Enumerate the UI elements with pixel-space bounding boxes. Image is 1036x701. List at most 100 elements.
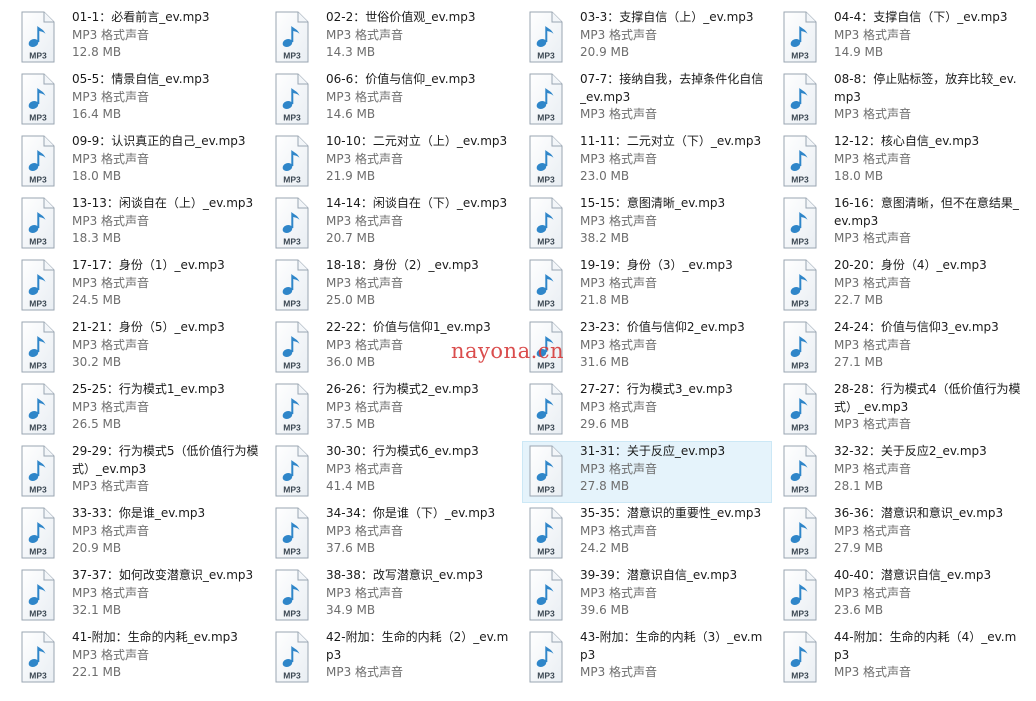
file-item[interactable]: MP3 36-36：潜意识和意识_ev.mp3 MP3 格式声音 27.9 MB — [776, 503, 1026, 565]
file-item[interactable]: MP3 27-27：行为模式3_ev.mp3 MP3 格式声音 29.6 MB — [522, 379, 772, 441]
file-size: 20.9 MB — [580, 45, 630, 59]
file-name: 10-10：二元对立（上）_ev.mp3 — [326, 134, 508, 148]
file-item[interactable]: MP3 08-8：停止贴标签，放弃比较_ev.mp3 MP3 格式声音 — [776, 69, 1026, 131]
svg-text:MP3: MP3 — [29, 423, 47, 433]
file-item[interactable]: MP3 21-21：身份（5）_ev.mp3 MP3 格式声音 30.2 MB — [14, 317, 264, 379]
file-item[interactable]: MP3 30-30：行为模式6_ev.mp3 MP3 格式声音 41.4 MB — [268, 441, 518, 503]
file-item[interactable]: MP3 01-1：必看前言_ev.mp3 MP3 格式声音 12.8 MB — [14, 7, 264, 69]
file-item[interactable]: MP3 32-32：关于反应2_ev.mp3 MP3 格式声音 28.1 MB — [776, 441, 1026, 503]
file-item[interactable]: MP3 06-6：价值与信仰_ev.mp3 MP3 格式声音 14.6 MB — [268, 69, 518, 131]
svg-text:MP3: MP3 — [29, 237, 47, 247]
file-size: 31.6 MB — [580, 355, 630, 369]
file-name: 12-12：核心自信_ev.mp3 — [834, 134, 980, 148]
file-item[interactable]: MP3 20-20：身份（4）_ev.mp3 MP3 格式声音 22.7 MB — [776, 255, 1026, 317]
file-name: 43-附加：生命的内耗（3）_ev.mp3 — [580, 630, 763, 662]
file-item[interactable]: MP3 05-5：情景自信_ev.mp3 MP3 格式声音 16.4 MB — [14, 69, 264, 131]
file-name: 32-32：关于反应2_ev.mp3 — [834, 444, 987, 458]
file-item[interactable]: MP3 43-附加：生命的内耗（3）_ev.mp3 MP3 格式声音 — [522, 627, 772, 689]
mp3-audio-file-icon: MP3 — [526, 259, 566, 311]
file-size: 22.1 MB — [72, 665, 122, 679]
file-type: MP3 格式声音 — [72, 213, 150, 228]
file-size: 41.4 MB — [326, 479, 376, 493]
file-item[interactable]: MP3 41-附加：生命的内耗_ev.mp3 MP3 格式声音 22.1 MB — [14, 627, 264, 689]
file-item[interactable]: MP3 07-7：接纳自我，去掉条件化自信_ev.mp3 MP3 格式声音 — [522, 69, 772, 131]
file-name: 26-26：行为模式2_ev.mp3 — [326, 382, 479, 396]
file-type: MP3 格式声音 — [834, 417, 912, 431]
svg-text:MP3: MP3 — [791, 423, 809, 433]
file-item[interactable]: MP3 33-33：你是谁_ev.mp3 MP3 格式声音 20.9 MB — [14, 503, 264, 565]
file-type: MP3 格式声音 — [326, 665, 404, 679]
file-size: 21.9 MB — [326, 169, 376, 183]
file-item[interactable]: MP3 09-9：认识真正的自己_ev.mp3 MP3 格式声音 18.0 MB — [14, 131, 264, 193]
mp3-audio-file-icon: MP3 — [526, 507, 566, 559]
file-item[interactable]: MP3 04-4：支撑自信（下）_ev.mp3 MP3 格式声音 14.9 MB — [776, 7, 1026, 69]
file-item[interactable]: MP3 15-15：意图清晰_ev.mp3 MP3 格式声音 38.2 MB — [522, 193, 772, 255]
file-size: 37.5 MB — [326, 417, 376, 431]
svg-text:MP3: MP3 — [283, 175, 301, 185]
mp3-audio-file-icon: MP3 — [272, 383, 312, 435]
file-type: MP3 格式声音 — [72, 523, 150, 538]
file-size: 21.8 MB — [580, 293, 630, 307]
file-name: 05-5：情景自信_ev.mp3 — [72, 72, 210, 86]
file-item[interactable]: MP3 17-17：身份（1）_ev.mp3 MP3 格式声音 24.5 MB — [14, 255, 264, 317]
file-type: MP3 格式声音 — [72, 151, 150, 166]
file-name: 01-1：必看前言_ev.mp3 — [72, 10, 210, 24]
file-item[interactable]: MP3 31-31：关于反应_ev.mp3 MP3 格式声音 27.8 MB — [522, 441, 772, 503]
svg-text:MP3: MP3 — [283, 361, 301, 371]
file-item[interactable]: MP3 12-12：核心自信_ev.mp3 MP3 格式声音 18.0 MB — [776, 131, 1026, 193]
svg-text:MP3: MP3 — [29, 299, 47, 309]
file-type: MP3 格式声音 — [72, 275, 150, 290]
svg-text:MP3: MP3 — [537, 113, 555, 123]
file-name: 15-15：意图清晰_ev.mp3 — [580, 196, 726, 210]
file-item[interactable]: MP3 26-26：行为模式2_ev.mp3 MP3 格式声音 37.5 MB — [268, 379, 518, 441]
file-type: MP3 格式声音 — [580, 107, 658, 121]
file-item[interactable]: MP3 34-34：你是谁（下）_ev.mp3 MP3 格式声音 37.6 MB — [268, 503, 518, 565]
file-item[interactable]: MP3 44-附加：生命的内耗（4）_ev.mp3 MP3 格式声音 — [776, 627, 1026, 689]
file-type: MP3 格式声音 — [834, 151, 912, 166]
svg-text:MP3: MP3 — [537, 299, 555, 309]
file-size: 28.1 MB — [834, 479, 884, 493]
file-item[interactable]: MP3 14-14：闲谈自在（下）_ev.mp3 MP3 格式声音 20.7 M… — [268, 193, 518, 255]
file-item[interactable]: MP3 19-19：身份（3）_ev.mp3 MP3 格式声音 21.8 MB — [522, 255, 772, 317]
file-name: 33-33：你是谁_ev.mp3 — [72, 506, 206, 520]
file-item[interactable]: MP3 03-3：支撑自信（上）_ev.mp3 MP3 格式声音 20.9 MB — [522, 7, 772, 69]
file-size: 27.8 MB — [580, 479, 630, 493]
file-size: 25.0 MB — [326, 293, 376, 307]
svg-text:MP3: MP3 — [283, 113, 301, 123]
svg-text:MP3: MP3 — [537, 609, 555, 619]
svg-text:MP3: MP3 — [29, 609, 47, 619]
file-item[interactable]: MP3 38-38：改写潜意识_ev.mp3 MP3 格式声音 34.9 MB — [268, 565, 518, 627]
file-item[interactable]: MP3 39-39：潜意识自信_ev.mp3 MP3 格式声音 39.6 MB — [522, 565, 772, 627]
file-item[interactable]: MP3 11-11：二元对立（下）_ev.mp3 MP3 格式声音 23.0 M… — [522, 131, 772, 193]
file-item[interactable]: MP3 10-10：二元对立（上）_ev.mp3 MP3 格式声音 21.9 M… — [268, 131, 518, 193]
file-item[interactable]: MP3 18-18：身份（2）_ev.mp3 MP3 格式声音 25.0 MB — [268, 255, 518, 317]
file-type: MP3 格式声音 — [72, 89, 150, 104]
svg-text:MP3: MP3 — [29, 113, 47, 123]
file-name: 25-25：行为模式1_ev.mp3 — [72, 382, 225, 396]
file-name: 27-27：行为模式3_ev.mp3 — [580, 382, 733, 396]
file-item[interactable]: MP3 28-28：行为模式4（低价值行为模式）_ev.mp3 MP3 格式声音 — [776, 379, 1026, 441]
file-item[interactable]: MP3 02-2：世俗价值观_ev.mp3 MP3 格式声音 14.3 MB — [268, 7, 518, 69]
file-item[interactable]: MP3 35-35：潜意识的重要性_ev.mp3 MP3 格式声音 24.2 M… — [522, 503, 772, 565]
file-name: 41-附加：生命的内耗_ev.mp3 — [72, 630, 238, 644]
file-size: 37.6 MB — [326, 541, 376, 555]
svg-text:MP3: MP3 — [537, 547, 555, 557]
file-item[interactable]: MP3 24-24：价值与信仰3_ev.mp3 MP3 格式声音 27.1 MB — [776, 317, 1026, 379]
file-item[interactable]: MP3 13-13：闲谈自在（上）_ev.mp3 MP3 格式声音 18.3 M… — [14, 193, 264, 255]
file-item[interactable]: MP3 37-37：如何改变潜意识_ev.mp3 MP3 格式声音 32.1 M… — [14, 565, 264, 627]
file-item[interactable]: MP3 40-40：潜意识自信_ev.mp3 MP3 格式声音 23.6 MB — [776, 565, 1026, 627]
file-size: 18.0 MB — [834, 169, 884, 183]
svg-text:MP3: MP3 — [29, 51, 47, 61]
file-item[interactable]: MP3 25-25：行为模式1_ev.mp3 MP3 格式声音 26.5 MB — [14, 379, 264, 441]
mp3-audio-file-icon: MP3 — [780, 383, 820, 435]
mp3-audio-file-icon: MP3 — [272, 197, 312, 249]
file-item[interactable]: MP3 42-附加：生命的内耗（2）_ev.mp3 MP3 格式声音 — [268, 627, 518, 689]
file-item[interactable]: MP3 16-16：意图清晰，但不在意结果_ev.mp3 MP3 格式声音 — [776, 193, 1026, 255]
file-name: 02-2：世俗价值观_ev.mp3 — [326, 10, 476, 24]
file-name: 30-30：行为模式6_ev.mp3 — [326, 444, 479, 458]
file-size: 24.2 MB — [580, 541, 630, 555]
file-item[interactable]: MP3 29-29：行为模式5（低价值行为模式）_ev.mp3 MP3 格式声音 — [14, 441, 264, 503]
mp3-audio-file-icon: MP3 — [780, 631, 820, 683]
file-type: MP3 格式声音 — [580, 27, 658, 42]
mp3-audio-file-icon: MP3 — [18, 135, 58, 187]
